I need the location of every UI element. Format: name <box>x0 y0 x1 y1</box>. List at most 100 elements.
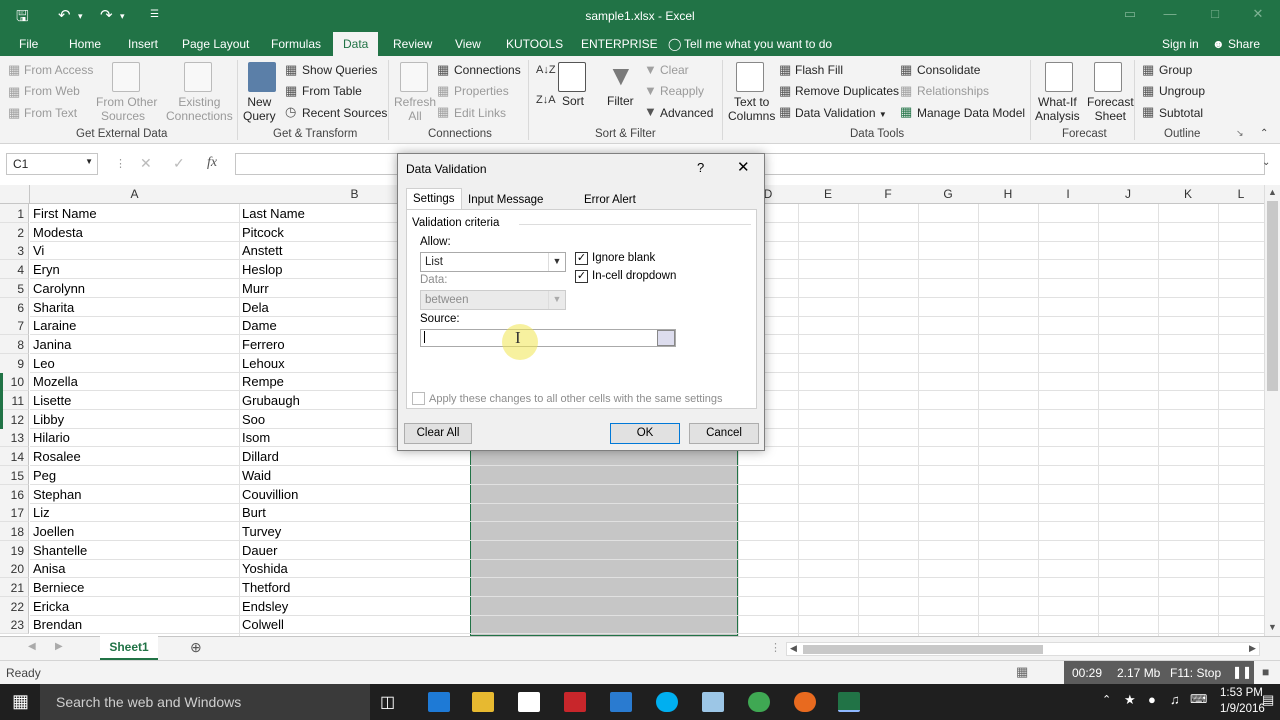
tab-kutools[interactable]: KUTOOLS <box>506 37 563 51</box>
cancel-button[interactable]: Cancel <box>689 423 759 444</box>
row-header[interactable]: 10 <box>0 372 29 391</box>
row-header[interactable]: 17 <box>0 503 29 522</box>
taskbar-search[interactable]: Search the web and Windows <box>40 684 370 720</box>
cell-a[interactable]: Lisette <box>30 391 239 410</box>
cell-a[interactable]: Brendan <box>30 615 239 634</box>
remove-duplicates-button[interactable]: Remove Duplicates <box>795 84 899 98</box>
row-header[interactable]: 23 <box>0 615 29 634</box>
cell-a[interactable]: Peg <box>30 466 239 485</box>
cell-a[interactable]: Janina <box>30 335 239 354</box>
vertical-scrollbar[interactable]: ▲ ▼ <box>1264 185 1280 636</box>
cell-a[interactable]: Libby <box>30 410 239 429</box>
taskbar-date[interactable]: 1/9/2016 <box>1220 703 1265 715</box>
from-web-button[interactable]: From Web <box>24 84 80 98</box>
dialog-launcher-icon[interactable]: ↘ <box>1236 128 1244 139</box>
row-header[interactable]: 20 <box>0 559 29 578</box>
tab-error-alert[interactable]: Error Alert <box>578 190 642 210</box>
from-access-button[interactable]: From Access <box>24 63 93 77</box>
group-button[interactable]: Group <box>1159 63 1192 77</box>
chevron-down-icon[interactable]: ▼ <box>548 253 565 271</box>
row-header[interactable]: 5 <box>0 279 29 298</box>
collapse-ribbon-icon[interactable]: ⌃ <box>1260 128 1268 139</box>
properties-button[interactable]: Properties <box>454 84 509 98</box>
tab-settings[interactable]: Settings <box>406 188 462 210</box>
row-header[interactable]: 14 <box>0 447 29 466</box>
column-header-j[interactable]: J <box>1098 187 1158 201</box>
prev-sheet-icon[interactable]: ◀ <box>28 641 36 652</box>
keyboard-icon[interactable]: ⌨ <box>1190 692 1207 706</box>
tab-input-message[interactable]: Input Message <box>462 190 549 210</box>
edge-icon[interactable] <box>428 692 450 712</box>
row-header[interactable]: 4 <box>0 260 29 279</box>
refresh-all-button[interactable]: Refresh All <box>394 95 436 123</box>
app-blue-icon[interactable] <box>610 692 632 712</box>
row-header[interactable]: 13 <box>0 428 29 447</box>
ignore-blank-checkbox[interactable]: ✓ <box>575 252 588 265</box>
dialog-close-icon[interactable]: ✕ <box>737 158 750 176</box>
row-header[interactable]: 6 <box>0 298 29 317</box>
horizontal-scrollbar[interactable]: ◀ ▶ <box>786 642 1260 656</box>
sign-in-link[interactable]: Sign in <box>1162 37 1199 51</box>
cell-b[interactable]: Couvillion <box>239 485 470 504</box>
cell-a[interactable]: Hilario <box>30 428 239 447</box>
tab-review[interactable]: Review <box>393 37 432 51</box>
show-queries-button[interactable]: Show Queries <box>302 63 377 77</box>
scroll-down-icon[interactable]: ▼ <box>1268 622 1277 632</box>
minimize-icon[interactable]: — <box>1160 6 1180 22</box>
row-header[interactable]: 15 <box>0 466 29 485</box>
tab-formulas[interactable]: Formulas <box>271 37 321 51</box>
enter-icon[interactable]: ✓ <box>173 155 185 172</box>
help-icon[interactable]: ? <box>697 160 704 175</box>
sort-button[interactable]: Sort <box>562 94 584 108</box>
cell-a[interactable]: Shantelle <box>30 541 239 560</box>
clear-all-button[interactable]: Clear All <box>404 423 472 444</box>
cell-a[interactable]: Liz <box>30 503 239 522</box>
share-button[interactable]: ☻ Share <box>1212 37 1260 51</box>
cell-a[interactable]: Sharita <box>30 298 239 317</box>
apply-all-checkbox[interactable] <box>412 392 425 405</box>
cancel-entry-icon[interactable]: ✕ <box>140 155 152 172</box>
filter-button[interactable]: Filter <box>607 94 634 108</box>
row-header[interactable]: 2 <box>0 223 29 242</box>
relationships-button[interactable]: Relationships <box>917 84 989 98</box>
ok-button[interactable]: OK <box>610 423 680 444</box>
chevron-down-icon[interactable]: ▼ <box>548 291 565 309</box>
cell-b[interactable]: Waid <box>239 466 470 485</box>
store-icon[interactable] <box>518 692 540 712</box>
ignore-blank-label[interactable]: Ignore blank <box>592 252 655 264</box>
wifi-icon[interactable]: ● <box>1148 692 1156 707</box>
cell-b[interactable]: Dauer <box>239 541 470 560</box>
column-header-l[interactable]: L <box>1218 187 1264 201</box>
row-header[interactable]: 19 <box>0 541 29 560</box>
cell-b[interactable]: Thetford <box>239 578 470 597</box>
file-explorer-icon[interactable] <box>472 692 494 712</box>
cell-b[interactable]: Yoshida <box>239 559 470 578</box>
cell-a[interactable]: Joellen <box>30 522 239 541</box>
zoom-in-icon[interactable]: ■ <box>1262 665 1269 679</box>
chevron-up-icon[interactable]: ⌃ <box>1102 693 1111 706</box>
tell-me-box[interactable]: Tell me what you want to do <box>684 37 832 51</box>
cell-b[interactable]: Colwell <box>239 615 470 634</box>
subtotal-button[interactable]: Subtotal <box>1159 106 1203 120</box>
chevron-down-icon[interactable]: ▼ <box>85 157 93 166</box>
notifications-icon[interactable]: ▤ <box>1262 692 1274 708</box>
scroll-up-icon[interactable]: ▲ <box>1268 187 1277 197</box>
volume-icon[interactable]: ♫ <box>1170 692 1180 707</box>
add-sheet-icon[interactable]: ⊕ <box>190 639 202 656</box>
excel-taskbar-icon[interactable] <box>838 692 860 712</box>
select-all-corner[interactable] <box>0 185 30 204</box>
ungroup-button[interactable]: Ungroup <box>1159 84 1205 98</box>
selected-range[interactable] <box>470 450 738 636</box>
cell-a[interactable]: Carolynn <box>30 279 239 298</box>
tab-insert[interactable]: Insert <box>128 37 158 51</box>
consolidate-button[interactable]: Consolidate <box>917 63 980 77</box>
apply-all-label[interactable]: Apply these changes to all other cells w… <box>429 393 723 405</box>
row-header[interactable]: 9 <box>0 354 29 373</box>
tab-view[interactable]: View <box>455 37 481 51</box>
new-query-button[interactable]: New Query <box>243 95 276 123</box>
cell-a[interactable]: Anisa <box>30 559 239 578</box>
cell-b[interactable]: Turvey <box>239 522 470 541</box>
vertical-scroll-thumb[interactable] <box>1267 201 1278 391</box>
from-table-button[interactable]: From Table <box>302 84 362 98</box>
scroll-left-icon[interactable]: ◀ <box>790 643 797 654</box>
